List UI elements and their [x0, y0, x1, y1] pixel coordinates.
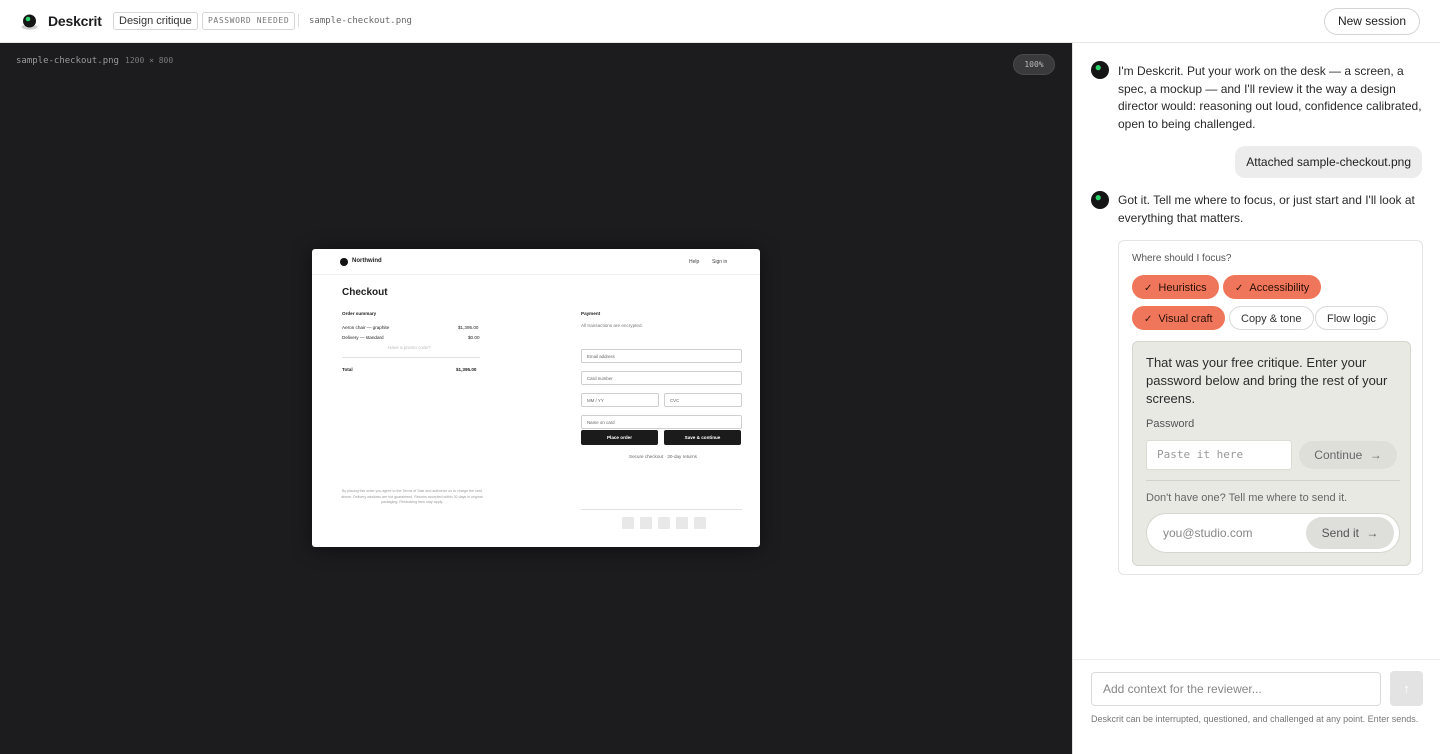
- mockup-name-field: Name on card: [581, 415, 742, 429]
- mockup-nav: Northwind Help Sign in: [312, 249, 760, 275]
- divider: [1073, 659, 1440, 660]
- divider: [1146, 480, 1400, 481]
- checkout-mockup-image: Northwind Help Sign in Checkout Order su…: [312, 249, 760, 547]
- email-placeholder: you@studio.com: [1163, 526, 1253, 540]
- mockup-total-value: $1,395.00: [456, 367, 477, 372]
- check-icon: ✓: [1144, 283, 1153, 294]
- assistant-message: Got it. Tell me where to focus, or just …: [1118, 193, 1415, 225]
- mockup-place-order-button: Place order: [581, 430, 658, 445]
- mockup-card-field: Card number: [581, 371, 742, 385]
- chip-label: Heuristics: [1158, 282, 1207, 294]
- deskcrit-logo-icon: [21, 14, 38, 30]
- mockup-expiry-field: MM / YY: [581, 393, 659, 407]
- gate-message: That was your free critique. Enter your …: [1146, 355, 1388, 406]
- mockup-title: Checkout: [342, 287, 388, 298]
- focus-question: Where should I focus?: [1132, 253, 1232, 264]
- mockup-item-name: Delivery — standard: [342, 335, 384, 340]
- mockup-sign-in-link: Sign in: [712, 259, 728, 265]
- chip-label: Visual craft: [1158, 313, 1213, 325]
- status-badge: PASSWORD NEEDED: [202, 12, 296, 30]
- mockup-payment-logo: [622, 517, 634, 529]
- mockup-item-price: $1,395.00: [458, 325, 479, 330]
- send-label: Send it: [1321, 526, 1359, 540]
- mode-badge: Design critique: [113, 12, 198, 30]
- mockup-payment-note: All transactions are encrypted.: [581, 323, 643, 328]
- mockup-divider: [342, 357, 480, 358]
- design-canvas[interactable]: sample-checkout.png 1200 × 800 100% Nort…: [0, 43, 1072, 754]
- assistant-message: I'm Deskcrit. Put your work on the desk …: [1118, 64, 1422, 131]
- mockup-logo-icon: [340, 258, 348, 266]
- focus-chip-accessibility[interactable]: ✓ Accessibility: [1223, 275, 1322, 299]
- mockup-divider: [581, 509, 742, 510]
- assistant-avatar-icon: [1091, 61, 1109, 79]
- mockup-item-name: Aeron chair — graphite: [342, 325, 390, 330]
- mockup-payment-logo: [640, 517, 652, 529]
- chat-panel: I'm Deskcrit. Put your work on the desk …: [1072, 43, 1440, 754]
- mockup-cvc-field: CVC: [664, 393, 742, 407]
- mockup-payment-heading: Payment: [581, 311, 601, 316]
- focus-chip-flow-logic[interactable]: Flow logic: [1315, 306, 1388, 330]
- user-message: Attached sample-checkout.png: [1235, 146, 1422, 178]
- chip-label: Flow logic: [1327, 313, 1376, 325]
- mockup-legal-text: By placing this order you agree to the T…: [341, 489, 483, 505]
- password-gate: That was your free critique. Enter your …: [1132, 341, 1411, 566]
- check-icon: ✓: [1144, 314, 1153, 325]
- mockup-email-field: Email address: [581, 349, 742, 363]
- assistant-avatar-icon: [1091, 191, 1109, 209]
- request-password-prompt: Don't have one? Tell me where to send it…: [1146, 492, 1348, 504]
- canvas-dimensions: 1200 × 800: [125, 56, 174, 65]
- email-input[interactable]: you@studio.com Send it →: [1146, 513, 1400, 553]
- mockup-brand: Northwind: [352, 258, 382, 264]
- mockup-save-continue-button: Save & continue: [664, 430, 741, 445]
- mockup-secure-note: Secure checkout · 30-day returns: [629, 454, 697, 459]
- focus-chip-visual-craft[interactable]: ✓ Visual craft: [1132, 306, 1225, 330]
- chip-label: Accessibility: [1249, 282, 1310, 294]
- check-icon: ✓: [1235, 283, 1244, 294]
- divider: [298, 14, 299, 27]
- mockup-payment-logo: [658, 517, 670, 529]
- mockup-payment-logo: [694, 517, 706, 529]
- app-name: Deskcrit: [48, 13, 102, 29]
- canvas-file-name: sample-checkout.png: [16, 56, 119, 66]
- focus-chip-copy-tone[interactable]: Copy & tone: [1229, 306, 1314, 330]
- context-input[interactable]: Add context for the reviewer...: [1091, 672, 1381, 706]
- focus-card: Where should I focus? ✓ Heuristics ✓ Acces…: [1118, 240, 1423, 575]
- continue-label: Continue: [1314, 448, 1363, 462]
- top-bar: Deskcrit Design critique PASSWORD NEEDED…: [0, 0, 1440, 43]
- send-it-button[interactable]: Send it →: [1306, 517, 1394, 549]
- arrow-right-icon: →: [1366, 526, 1379, 540]
- mockup-promo-hint: Have a promo code?: [388, 345, 431, 350]
- arrow-up-icon: ↑: [1403, 681, 1410, 696]
- mockup-total-label: Total: [342, 367, 353, 372]
- send-button[interactable]: ↑: [1390, 671, 1423, 706]
- mockup-order-summary: Order summary: [342, 311, 377, 316]
- new-session-button[interactable]: New session: [1323, 8, 1420, 35]
- zoom-level-button[interactable]: 100%: [1013, 54, 1055, 75]
- mockup-payment-logo: [676, 517, 688, 529]
- footer-note: Deskcrit can be interrupted, questioned,…: [1091, 714, 1419, 724]
- mockup-help-link: Help: [689, 259, 700, 265]
- current-file-name: sample-checkout.png: [309, 16, 412, 26]
- chip-label: Copy & tone: [1241, 313, 1302, 325]
- password-label: Password: [1146, 418, 1195, 430]
- focus-chip-heuristics[interactable]: ✓ Heuristics: [1132, 275, 1219, 299]
- mockup-item-price: $0.00: [468, 335, 480, 340]
- continue-button[interactable]: Continue →: [1299, 441, 1397, 469]
- password-input[interactable]: Paste it here: [1146, 440, 1292, 470]
- arrow-right-icon: →: [1369, 448, 1382, 462]
